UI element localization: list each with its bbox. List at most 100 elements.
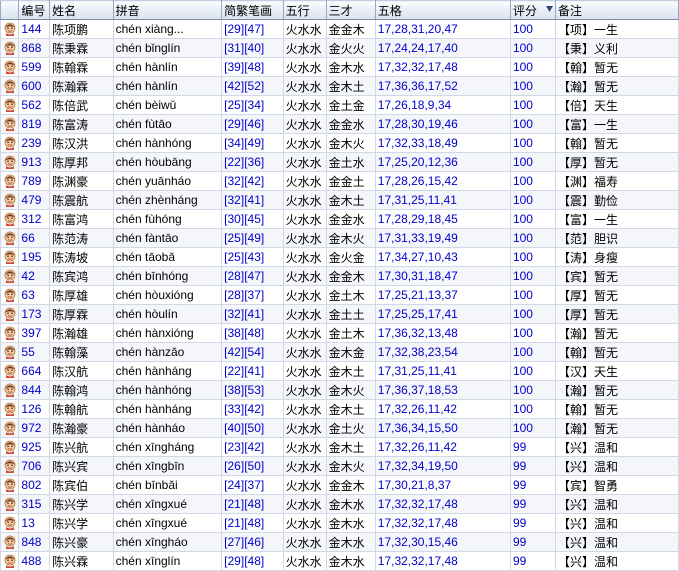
table-row[interactable]: 315陈兴学chén xīngxué[21][48]火水水金木水17,32,32… [1, 495, 679, 514]
cell-sancai: 金木土 [326, 400, 375, 419]
cell-remark: 【瀚】暂无 [556, 419, 679, 438]
cell-sancai: 金金木 [326, 20, 375, 39]
header-name[interactable]: 姓名 [50, 1, 113, 20]
cell-name: 陈厚霖 [50, 305, 113, 324]
table-row[interactable]: 173陈厚霖chén hòulín[32][41]火水水金土土17,25,25,… [1, 305, 679, 324]
cell-score: 99 [510, 514, 555, 533]
header-no[interactable]: 编号 [19, 1, 50, 20]
cell-strokes: [22][36] [222, 153, 283, 172]
cell-icon [1, 514, 19, 533]
cell-pinyin: chén xīngháng [113, 438, 222, 457]
table-row[interactable]: 848陈兴豪chén xīngháo[27][46]火水水金木水17,32,30… [1, 533, 679, 552]
header-wuxing[interactable]: 五行 [283, 1, 326, 20]
cell-score: 100 [510, 191, 555, 210]
cell-strokes: [23][42] [222, 438, 283, 457]
face-icon [3, 497, 17, 511]
cell-wuge: 17,31,25,11,41 [375, 191, 510, 210]
table-row[interactable]: 802陈宾伯chén bīnbǎi[24][37]火水水金金木17,30,21,… [1, 476, 679, 495]
cell-icon [1, 400, 19, 419]
table-row[interactable]: 239陈汉洪chén hànhóng[34][49]火水水金木火17,32,33… [1, 134, 679, 153]
table-row[interactable]: 42陈宾鸿chén bīnhóng[28][47]火水水金金木17,30,31,… [1, 267, 679, 286]
cell-sancai: 金木火 [326, 229, 375, 248]
table-row[interactable]: 144陈项鹏chén xiàng...[29][47]火水水金金木17,28,3… [1, 20, 679, 39]
cell-pinyin: chén zhènháng [113, 191, 222, 210]
table-row[interactable]: 63陈厚雄chén hòuxióng[28][37]火水水金土木17,25,21… [1, 286, 679, 305]
face-icon [3, 60, 17, 74]
table-row[interactable]: 789陈渊豪chén yuānháo[32][42]火水水金金土17,28,26… [1, 172, 679, 191]
table-row[interactable]: 312陈富鸿chén fùhóng[30][45]火水水金金水17,28,29,… [1, 210, 679, 229]
cell-score: 100 [510, 115, 555, 134]
cell-name: 陈兴豪 [50, 533, 113, 552]
cell-icon [1, 324, 19, 343]
table-row[interactable]: 664陈汉航chén hànháng[22][41]火水水金木土17,31,25… [1, 362, 679, 381]
cell-strokes: [32][41] [222, 191, 283, 210]
cell-wuxing: 火水水 [283, 514, 326, 533]
cell-icon [1, 533, 19, 552]
table-row[interactable]: 479陈震航chén zhènháng[32][41]火水水金木土17,31,2… [1, 191, 679, 210]
cell-no: 144 [19, 20, 50, 39]
cell-wuge: 17,28,26,15,42 [375, 172, 510, 191]
cell-icon [1, 343, 19, 362]
header-icon[interactable] [1, 1, 19, 20]
cell-strokes: [38][48] [222, 324, 283, 343]
table-row[interactable]: 55陈翰藻chén hànzǎo[42][54]火水水金木金17,32,38,2… [1, 343, 679, 362]
cell-remark: 【瀚】暂无 [556, 77, 679, 96]
cell-score: 100 [510, 58, 555, 77]
cell-remark: 【秉】义利 [556, 39, 679, 58]
cell-wuxing: 火水水 [283, 533, 326, 552]
cell-wuxing: 火水水 [283, 191, 326, 210]
cell-wuge: 17,36,34,15,50 [375, 419, 510, 438]
table-row[interactable]: 599陈翰霖chén hànlín[39][48]火水水金木水17,32,32,… [1, 58, 679, 77]
cell-wuxing: 火水水 [283, 305, 326, 324]
cell-wuxing: 火水水 [283, 210, 326, 229]
cell-no: 173 [19, 305, 50, 324]
cell-pinyin: chén hànxióng [113, 324, 222, 343]
cell-strokes: [42][52] [222, 77, 283, 96]
header-remark[interactable]: 备注 [556, 1, 679, 20]
face-icon [3, 98, 17, 112]
cell-icon [1, 96, 19, 115]
cell-name: 陈汉洪 [50, 134, 113, 153]
cell-strokes: [32][42] [222, 172, 283, 191]
cell-pinyin: chén hòubāng [113, 153, 222, 172]
table-row[interactable]: 13陈兴学chén xīngxué[21][48]火水水金木水17,32,32,… [1, 514, 679, 533]
table-row[interactable]: 397陈瀚雄chén hànxióng[38][48]火水水金土木17,36,3… [1, 324, 679, 343]
cell-icon [1, 77, 19, 96]
cell-pinyin: chén xīngháo [113, 533, 222, 552]
cell-strokes: [31][40] [222, 39, 283, 58]
cell-wuge: 17,36,36,17,52 [375, 77, 510, 96]
header-wuge[interactable]: 五格 [375, 1, 510, 20]
cell-remark: 【倍】天生 [556, 96, 679, 115]
header-pinyin[interactable]: 拼音 [113, 1, 222, 20]
table-row[interactable]: 972陈瀚豪chén hànháo[40][50]火水水金土火17,36,34,… [1, 419, 679, 438]
cell-strokes: [25][34] [222, 96, 283, 115]
header-score[interactable]: 评分 [510, 1, 555, 20]
cell-icon [1, 305, 19, 324]
face-icon [3, 478, 17, 492]
cell-sancai: 金土金 [326, 96, 375, 115]
cell-sancai: 金火火 [326, 39, 375, 58]
table-row[interactable]: 706陈兴宾chén xīngbīn[26][50]火水水金木火17,32,34… [1, 457, 679, 476]
table-row[interactable]: 844陈翰鸿chén hànhóng[38][53]火水水金木火17,36,37… [1, 381, 679, 400]
cell-remark: 【富】一生 [556, 210, 679, 229]
cell-strokes: [38][53] [222, 381, 283, 400]
table-row[interactable]: 195陈涛坡chén tāobǎ[25][43]火水水金火金17,34,27,1… [1, 248, 679, 267]
table-row[interactable]: 819陈富涛chén fùtāo[29][46]火水水金金水17,28,30,1… [1, 115, 679, 134]
table-row[interactable]: 66陈范涛chén fàntāo[25][49]火水水金木火17,31,33,1… [1, 229, 679, 248]
cell-score: 99 [510, 457, 555, 476]
table-row[interactable]: 600陈瀚霖chén hànlín[42][52]火水水金木土17,36,36,… [1, 77, 679, 96]
table-row[interactable]: 488陈兴霖chén xīnglín[29][48]火水水金木水17,32,32… [1, 552, 679, 571]
cell-sancai: 金金水 [326, 115, 375, 134]
cell-wuxing: 火水水 [283, 134, 326, 153]
header-strokes[interactable]: 简繁笔画 [222, 1, 283, 20]
cell-pinyin: chén bǐnglín [113, 39, 222, 58]
table-row[interactable]: 925陈兴航chén xīngháng[23][42]火水水金木土17,32,2… [1, 438, 679, 457]
cell-no: 868 [19, 39, 50, 58]
cell-wuge: 17,32,38,23,54 [375, 343, 510, 362]
table-row[interactable]: 562陈倍武chén bèiwǔ[25][34]火水水金土金17,26,18,9… [1, 96, 679, 115]
cell-score: 100 [510, 248, 555, 267]
table-row[interactable]: 868陈秉霖chén bǐnglín[31][40]火水水金火火17,24,24… [1, 39, 679, 58]
header-sancai[interactable]: 三才 [326, 1, 375, 20]
table-row[interactable]: 126陈翰航chén hànháng[33][42]火水水金木土17,32,26… [1, 400, 679, 419]
table-row[interactable]: 913陈厚邦chén hòubāng[22][36]火水水金土水17,25,20… [1, 153, 679, 172]
